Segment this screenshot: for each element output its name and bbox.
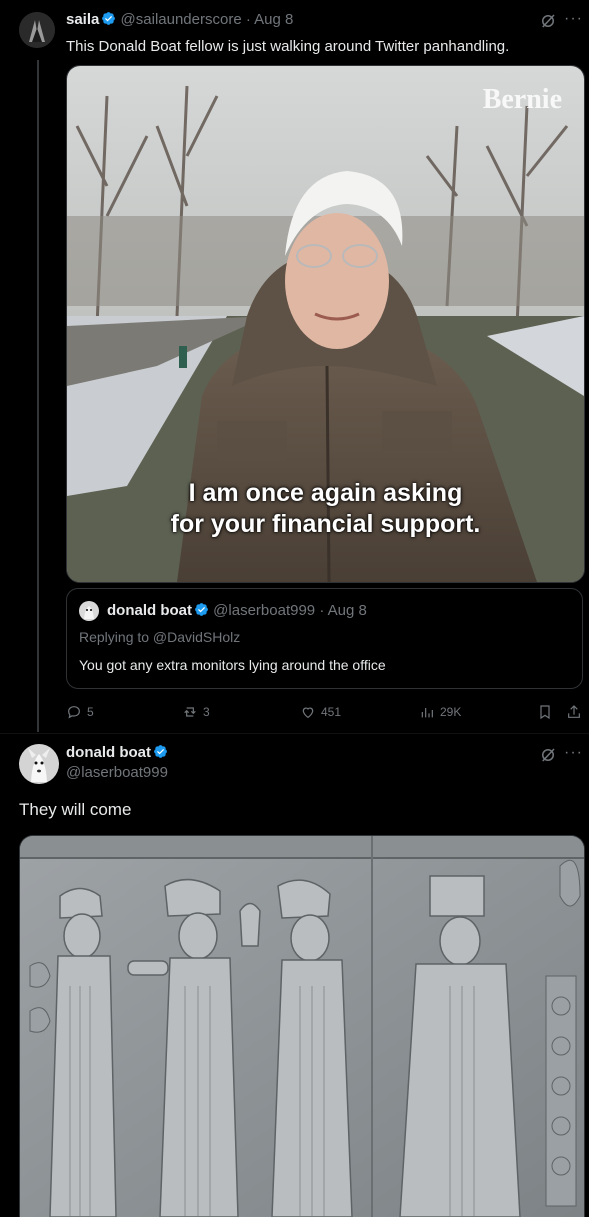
divider	[0, 733, 589, 734]
quote-tweet-card[interactable]: donald boat @laserboat999 · Aug 8 Replyi…	[66, 588, 583, 689]
quote-text: You got any extra monitors lying around …	[79, 657, 386, 673]
reply-count: 5	[87, 705, 94, 719]
more-options-icon[interactable]: ···	[564, 744, 583, 762]
views-button[interactable]: 29K	[419, 704, 461, 720]
views-count: 29K	[440, 705, 462, 719]
like-count: 451	[321, 705, 342, 719]
verified-badge-icon	[194, 602, 209, 617]
like-button[interactable]: 451	[300, 704, 341, 720]
tweet-media-image[interactable]	[19, 835, 585, 1217]
author-name[interactable]: donald boat	[66, 744, 151, 761]
quote-date[interactable]: · Aug 8	[319, 602, 367, 619]
tweet-date[interactable]: · Aug 8	[246, 11, 294, 28]
tweet-text: They will come	[19, 800, 132, 819]
heart-icon	[302, 707, 314, 719]
replying-to[interactable]: Replying to @DavidSHolz	[79, 629, 240, 645]
quote-author-handle[interactable]: @laserboat999	[213, 602, 315, 619]
video-caption: I am once again asking for your financia…	[67, 478, 584, 540]
tweet-header: saila @sailaunderscore · Aug 8	[66, 11, 293, 28]
caption-line-1: I am once again asking	[188, 479, 463, 507]
share-icon[interactable]	[566, 704, 582, 725]
verified-badge-icon	[153, 744, 168, 759]
grok-icon[interactable]	[539, 12, 557, 35]
reply-button[interactable]: 5	[66, 704, 94, 720]
stone-relief	[20, 836, 584, 1217]
verified-badge-icon	[101, 11, 116, 26]
repost-button[interactable]: 3	[182, 704, 210, 720]
repost-count: 3	[203, 705, 210, 719]
repost-icon	[184, 707, 196, 717]
grok-icon[interactable]	[539, 746, 557, 769]
more-options-icon[interactable]: ···	[564, 10, 583, 28]
video-watermark: Bernie	[482, 84, 562, 115]
tweet2-header: donald boat	[66, 744, 168, 761]
bookmark-icon[interactable]	[537, 704, 553, 725]
tweet-text: This Donald Boat fellow is just walking …	[66, 38, 510, 55]
quote-author-name[interactable]: donald boat	[107, 602, 192, 619]
avatar[interactable]	[19, 744, 59, 784]
avatar[interactable]	[19, 12, 55, 48]
author-handle[interactable]: @laserboat999	[66, 764, 168, 781]
quote-avatar[interactable]	[79, 601, 99, 621]
reply-icon	[68, 706, 80, 719]
thread-connector-line	[37, 60, 39, 732]
author-handle[interactable]: @sailaunderscore	[121, 11, 242, 28]
caption-line-2: for your financial support.	[170, 510, 481, 538]
views-chart-icon	[421, 708, 433, 718]
tweet-media-image[interactable]: Bernie I am once again asking for your f…	[66, 65, 585, 583]
quote-header: donald boat @laserboat999 · Aug 8	[107, 602, 367, 619]
author-name[interactable]: saila	[66, 11, 99, 28]
